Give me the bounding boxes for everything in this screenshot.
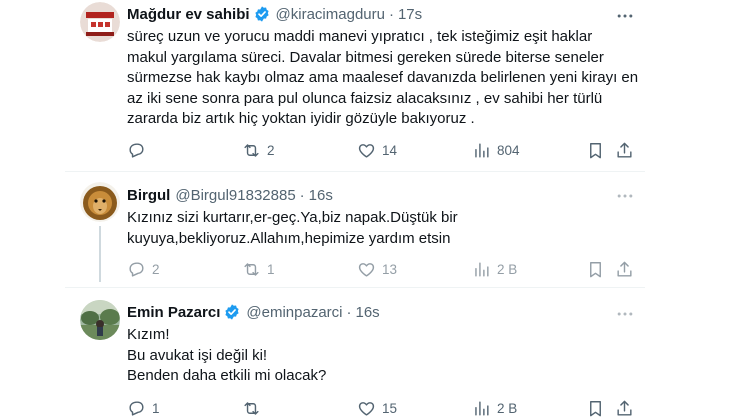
share-button[interactable] (615, 258, 634, 280)
timestamp[interactable]: 17s (398, 6, 422, 23)
share-icon (615, 399, 634, 418)
tweet-header: Mağdur ev sahibi @kiracimagduru · 17s (127, 4, 640, 24)
retweet-button[interactable]: 1 (242, 258, 275, 280)
bookmark-button[interactable] (586, 397, 605, 419)
tweet-header: Emin Pazarcı @eminpazarci · 16s (127, 302, 640, 322)
more-icon[interactable] (615, 186, 635, 206)
tweet-text: Kızınız sizi kurtarır,er-geç.Ya,biz napa… (127, 209, 458, 247)
timestamp[interactable]: 16s (309, 187, 333, 204)
action-bar: 1 15 2 B (127, 397, 637, 419)
bookmark-icon (586, 141, 605, 160)
action-bar: 2 14 804 (127, 139, 637, 161)
share-button[interactable] (615, 139, 634, 161)
retweet-count: 1 (267, 261, 275, 277)
retweet-icon (242, 141, 261, 160)
retweet-count: 2 (267, 142, 275, 158)
like-button[interactable]: 13 (357, 258, 397, 280)
tweet-text: Kızım! Bu avukat işi değil ki! Benden da… (127, 326, 327, 384)
thread-line (99, 226, 101, 282)
author-handle[interactable]: @kiracimagduru (276, 6, 385, 23)
reply-icon (127, 260, 146, 279)
verified-badge-icon (223, 303, 241, 321)
reply-button[interactable]: 1 (127, 397, 160, 419)
reply-count: 2 (152, 261, 160, 277)
views-button[interactable]: 2 B (472, 258, 517, 280)
author-name[interactable]: Mağdur ev sahibi (127, 6, 250, 23)
verified-badge-icon (253, 5, 271, 23)
views-button[interactable]: 2 B (472, 397, 517, 419)
like-count: 15 (382, 400, 398, 416)
separator-dot: · (346, 303, 352, 321)
views-button[interactable]: 804 (472, 139, 520, 161)
author-name[interactable]: Birgul (127, 187, 170, 204)
tweet-1[interactable]: Mağdur ev sahibi @kiracimagduru · 17s sü… (0, 0, 730, 172)
views-icon (472, 141, 491, 160)
separator-dot: · (388, 5, 394, 23)
views-count: 2 B (497, 261, 518, 277)
views-count: 804 (497, 142, 520, 158)
avatar[interactable] (80, 300, 120, 340)
tweet-2[interactable]: Birgul @Birgul91832885 · 16s Kızınız siz… (0, 172, 730, 288)
bookmark-icon (586, 399, 605, 418)
timestamp[interactable]: 16s (355, 304, 379, 321)
author-handle[interactable]: @eminpazarci (246, 304, 342, 321)
heart-icon (357, 399, 376, 418)
separator-dot: · (299, 186, 305, 204)
like-count: 13 (382, 261, 398, 277)
like-button[interactable]: 14 (357, 139, 397, 161)
bookmark-button[interactable] (586, 258, 605, 280)
views-icon (472, 399, 491, 418)
views-icon (472, 260, 491, 279)
retweet-button[interactable]: 2 (242, 139, 275, 161)
views-count: 2 B (497, 400, 518, 416)
action-bar: 2 1 13 2 B (127, 258, 637, 280)
retweet-icon (242, 399, 261, 418)
avatar[interactable] (80, 2, 120, 42)
share-button[interactable] (615, 397, 634, 419)
tweet-3[interactable]: Emin Pazarcı @eminpazarci · 16s Kızım! B… (0, 288, 730, 420)
reply-button[interactable] (127, 139, 152, 161)
like-button[interactable]: 15 (357, 397, 397, 419)
share-icon (615, 260, 634, 279)
reply-count: 1 (152, 400, 160, 416)
avatar[interactable] (80, 182, 120, 222)
retweet-button[interactable] (242, 397, 267, 419)
bookmark-button[interactable] (586, 139, 605, 161)
bookmark-icon (586, 260, 605, 279)
more-icon[interactable] (615, 6, 635, 26)
heart-icon (357, 260, 376, 279)
more-icon[interactable] (615, 304, 635, 324)
like-count: 14 (382, 142, 398, 158)
author-name[interactable]: Emin Pazarcı (127, 304, 220, 321)
tweet-header: Birgul @Birgul91832885 · 16s (127, 185, 640, 205)
reply-icon (127, 141, 146, 160)
retweet-icon (242, 260, 261, 279)
author-handle[interactable]: @Birgul91832885 (175, 187, 295, 204)
reply-button[interactable]: 2 (127, 258, 160, 280)
reply-icon (127, 399, 146, 418)
tweet-text: süreç uzun ve yorucu maddi manevi yıprat… (127, 28, 639, 127)
heart-icon (357, 141, 376, 160)
share-icon (615, 141, 634, 160)
